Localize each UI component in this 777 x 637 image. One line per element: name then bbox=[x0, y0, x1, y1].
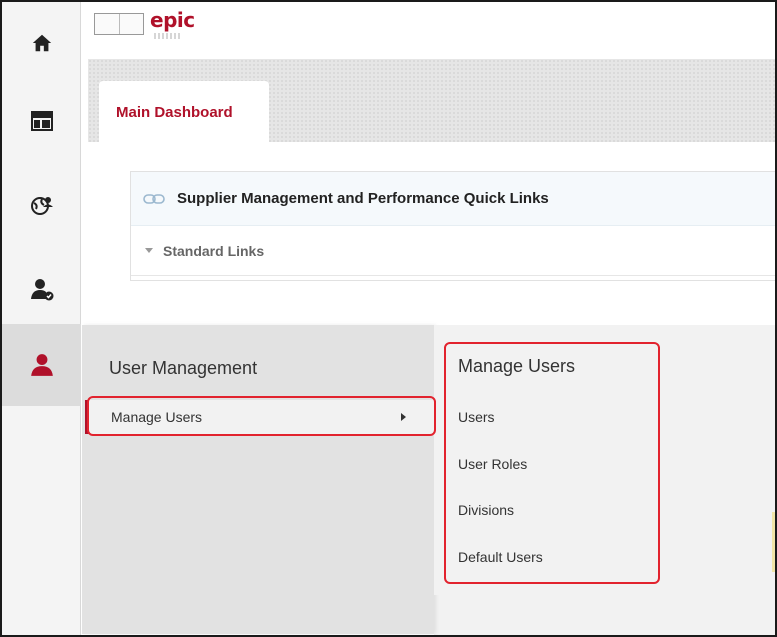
tab-strip: Main Dashboard bbox=[88, 59, 775, 143]
app-window: epic Main Dashboard Supplier Management … bbox=[0, 0, 777, 637]
caret-down-icon bbox=[145, 248, 153, 253]
user-check-icon bbox=[30, 279, 53, 301]
menu-item-label: Manage Users bbox=[111, 409, 203, 425]
submenu-item-divisions[interactable]: Divisions bbox=[458, 502, 514, 518]
tab-main-dashboard[interactable]: Main Dashboard bbox=[99, 81, 269, 143]
dashboard-icon bbox=[30, 111, 53, 131]
user-management-heading: User Management bbox=[109, 358, 258, 378]
user-icon bbox=[30, 354, 53, 376]
quick-links-header: Supplier Management and Performance Quic… bbox=[131, 172, 775, 226]
globe-users-icon bbox=[30, 197, 53, 215]
rail-user-approval[interactable] bbox=[2, 253, 81, 325]
standard-links-toggle[interactable]: Standard Links bbox=[131, 226, 775, 276]
rail-supplier-network[interactable] bbox=[2, 169, 81, 241]
manage-users-submenu: Manage Users Users User Roles Divisions … bbox=[434, 325, 664, 595]
brand-logo-tagline bbox=[154, 33, 182, 39]
user-management-menu: User Management Manage Users bbox=[82, 325, 434, 634]
home-icon bbox=[32, 34, 51, 52]
side-rail bbox=[2, 2, 81, 635]
quick-links-card: Supplier Management and Performance Quic… bbox=[130, 171, 775, 281]
brand-logo: epic bbox=[150, 8, 195, 32]
rail-user-management[interactable] bbox=[2, 324, 81, 406]
top-bar: epic bbox=[82, 2, 775, 54]
manage-users-heading: Manage Users bbox=[458, 356, 576, 376]
rail-dashboard[interactable] bbox=[2, 85, 81, 157]
submenu-item-default-users[interactable]: Default Users bbox=[458, 549, 543, 565]
quick-links-title: Supplier Management and Performance Quic… bbox=[177, 190, 549, 207]
caret-right-icon bbox=[401, 413, 406, 421]
submenu-item-user-roles[interactable]: User Roles bbox=[458, 456, 527, 472]
partner-logo bbox=[94, 13, 144, 35]
menu-item-manage-users[interactable]: Manage Users bbox=[89, 400, 434, 434]
content-edge-accent bbox=[772, 512, 775, 572]
submenu-item-users[interactable]: Users bbox=[458, 409, 495, 425]
link-icon bbox=[143, 193, 165, 204]
standard-links-label: Standard Links bbox=[163, 242, 265, 259]
rail-home[interactable] bbox=[2, 7, 81, 79]
